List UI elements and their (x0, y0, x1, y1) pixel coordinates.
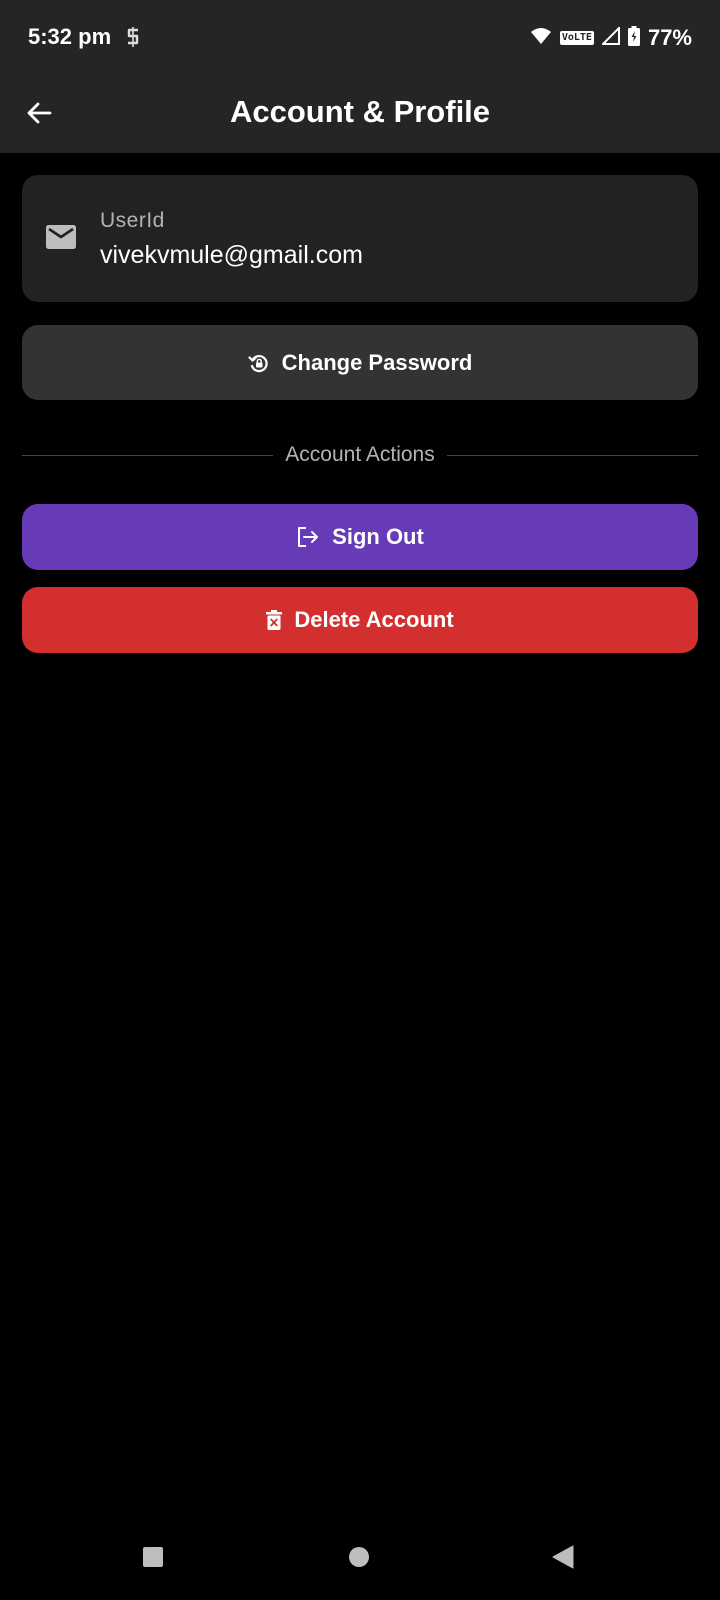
status-bar: 5:32 pm VoLTE 77% (0, 0, 720, 78)
sign-out-button[interactable]: Sign Out (22, 504, 698, 570)
wifi-icon (530, 27, 552, 50)
delete-account-button[interactable]: Delete Account (22, 587, 698, 653)
battery-charging-icon (627, 25, 640, 51)
user-id-value: vivekvmule@gmail.com (100, 241, 363, 269)
status-time: 5:32 pm (28, 24, 112, 49)
mail-icon (46, 225, 76, 249)
app-notification-icon (124, 26, 142, 48)
user-id-label: UserId (100, 209, 165, 232)
divider-line-left (22, 454, 274, 456)
divider-label: Account Actions (285, 443, 435, 466)
triangle-back-icon (552, 1545, 574, 1569)
volte-badge: VoLTE (559, 31, 594, 45)
change-password-button[interactable]: Change Password (22, 325, 698, 400)
lock-reset-icon (248, 354, 268, 372)
change-password-label: Change Password (281, 349, 473, 375)
system-nav-bar (0, 1505, 720, 1600)
status-icons: VoLTE 77% (530, 22, 692, 54)
app-bar: Account & Profile (0, 78, 720, 153)
signal-icon (600, 25, 620, 50)
recents-button[interactable] (143, 1547, 163, 1567)
page-title: Account & Profile (229, 94, 491, 129)
logout-icon (298, 527, 319, 547)
battery-percentage: 77% (647, 25, 692, 50)
divider-line-right (446, 454, 699, 456)
sign-out-label: Sign Out (332, 524, 424, 549)
delete-forever-icon (266, 610, 283, 630)
delete-account-label: Delete Account (294, 607, 454, 632)
home-button[interactable] (349, 1547, 369, 1567)
nav-back-button[interactable] (552, 1545, 574, 1569)
account-actions-divider: Account Actions (22, 440, 699, 470)
user-id-card: UserId vivekvmule@gmail.com (22, 175, 698, 302)
